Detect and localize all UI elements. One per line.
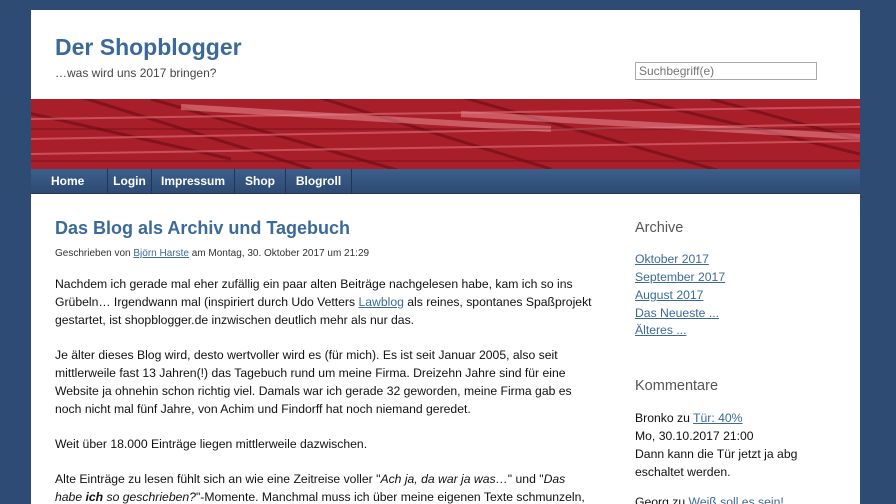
archive-link-september[interactable]: September 2017 <box>635 270 725 284</box>
comment-1-text-line-2: eschaltet werden. <box>635 465 731 479</box>
comment-1-text-line-1: Dann kann die Tür jetzt ja abg <box>635 447 798 461</box>
lawblog-link[interactable]: Lawblog <box>358 295 403 309</box>
site-tagline: …was wird uns 2017 bringen? <box>55 66 217 80</box>
main-navigation: Home Login Impressum Shop Blogroll <box>31 169 860 194</box>
nav-blogroll[interactable]: Blogroll <box>286 169 352 193</box>
post-meta: Geschrieben von Björn Harste am Montag, … <box>55 248 369 259</box>
archive-link-older[interactable]: Älteres ... <box>635 323 686 337</box>
post-title[interactable]: Das Blog als Archiv und Tagebuch <box>55 218 350 239</box>
nav-shop[interactable]: Shop <box>235 169 286 193</box>
meta-date: am Montag, 30. Oktober 2017 um 21:29 <box>188 248 370 259</box>
p4-text-a: Alte Einträge zu lesen fühlt sich an wie… <box>55 472 381 486</box>
nav-login[interactable]: Login <box>108 169 152 193</box>
p4-emphasis-2b: ich <box>85 490 104 504</box>
comment-2-author: Georg zu <box>635 495 689 504</box>
comment-1-date: Mo, 30.10.2017 21:00 <box>635 429 754 443</box>
nav-home[interactable]: Home <box>31 169 108 193</box>
comment-2-post-link[interactable]: Weiß soll es sein! <box>689 495 784 504</box>
post-paragraph-2: Je älter dieses Blog wird, desto wertvol… <box>55 348 572 416</box>
archive-link-newest[interactable]: Das Neueste ... <box>635 306 719 320</box>
post-paragraph-3: Weit über 18.000 Einträge liegen mittler… <box>55 437 368 451</box>
post-paragraph-4: Alte Einträge zu lesen fühlt sich an wie… <box>55 470 595 504</box>
comment-1-header: Bronko zu Tür: 40% <box>635 411 743 425</box>
comment-2-header: Georg zu Weiß soll es sein! <box>635 495 784 504</box>
post-paragraph-1: Nachdem ich gerade mal eher zufällig ein… <box>55 275 595 329</box>
comment-1-author: Bronko zu <box>635 411 694 425</box>
meta-prefix: Geschrieben von <box>55 248 134 259</box>
archive-link-august[interactable]: August 2017 <box>635 288 703 302</box>
site-title[interactable]: Der Shopblogger <box>55 34 242 61</box>
p4-text-c: "-Momente. Manchmal muss ich über meine … <box>195 490 585 504</box>
archive-title: Archive <box>635 220 684 236</box>
search-input[interactable] <box>635 62 817 80</box>
header-banner-image <box>31 99 860 169</box>
archive-link-oktober[interactable]: Oktober 2017 <box>635 252 709 266</box>
author-link[interactable]: Björn Harste <box>133 248 189 259</box>
nav-impressum[interactable]: Impressum <box>152 169 235 193</box>
p4-emphasis-2c: so geschrieben? <box>103 490 196 504</box>
page: Der Shopblogger …was wird uns 2017 bring… <box>31 10 860 504</box>
comments-title: Kommentare <box>635 378 719 394</box>
p4-emphasis-1: Ach ja, da war ja was… <box>380 472 508 486</box>
p4-text-b: " und " <box>507 472 544 486</box>
comment-1-post-link[interactable]: Tür: 40% <box>693 411 742 425</box>
